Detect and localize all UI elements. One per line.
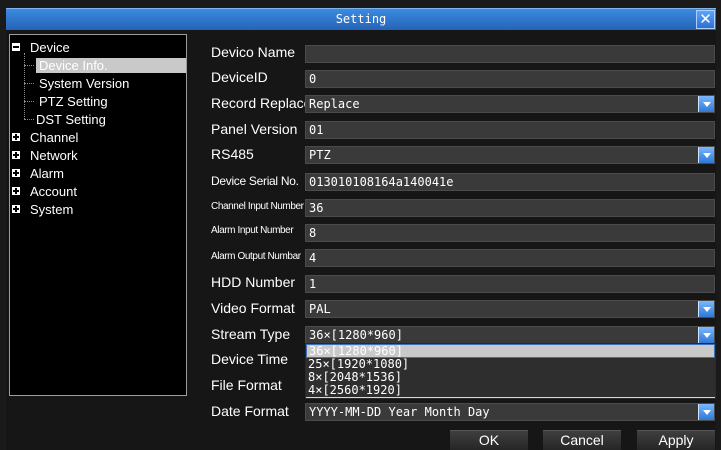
- dropdown-arrow-icon[interactable]: [698, 96, 714, 112]
- settings-tree: Device Device Info. System Version PTZ S…: [9, 34, 187, 396]
- channel-input-label: Channel Input Number: [211, 201, 304, 212]
- dropdown-arrow-icon[interactable]: [698, 404, 714, 420]
- tree-item-device-info[interactable]: Device Info.: [36, 58, 186, 73]
- hdd-number-field[interactable]: 1: [305, 275, 715, 293]
- rs485-label: RS485: [211, 146, 254, 162]
- video-format-value: PAL: [309, 302, 331, 316]
- stream-option[interactable]: 36×[1280*960]: [306, 344, 715, 358]
- channel-input-number-field[interactable]: 36: [305, 199, 715, 217]
- tree-connector: [24, 83, 34, 84]
- tree-connector: [24, 53, 25, 119]
- panel-version-label: Panel Version: [211, 121, 298, 137]
- tree-item-label: Device: [30, 40, 70, 55]
- date-format-value: YYYY-MM-DD Year Month Day: [309, 405, 490, 419]
- tree-connector: [24, 119, 34, 120]
- device-id-label: DeviceID: [211, 69, 268, 85]
- close-button[interactable]: ✕: [696, 10, 715, 29]
- record-replace-select[interactable]: Replace: [305, 95, 715, 113]
- stream-type-value: 36×[1280*960]: [309, 328, 403, 342]
- tree-item-device[interactable]: Device: [12, 40, 70, 55]
- ok-button[interactable]: OK: [450, 430, 528, 450]
- tree-item-label: Alarm: [30, 166, 64, 181]
- tree-item-account[interactable]: Account: [12, 184, 77, 199]
- tree-item-system[interactable]: System: [12, 202, 73, 217]
- apply-button[interactable]: Apply: [637, 430, 715, 450]
- cancel-button[interactable]: Cancel: [543, 430, 621, 450]
- tree-item-system-version[interactable]: System Version: [39, 76, 129, 91]
- device-id-input[interactable]: 0: [305, 70, 715, 88]
- tree-connector: [24, 65, 34, 66]
- stream-type-select[interactable]: 36×[1280*960]: [305, 326, 715, 344]
- expand-icon[interactable]: [12, 151, 20, 159]
- tree-item-label: Network: [30, 148, 78, 163]
- video-format-label: Video Format: [211, 300, 295, 316]
- tree-item-channel[interactable]: Channel: [12, 130, 78, 145]
- device-name-label: Devico Name: [211, 44, 296, 60]
- tree-item-label: System: [30, 202, 74, 217]
- tree-item-label: Device Info.: [39, 58, 108, 73]
- dropdown-arrow-icon[interactable]: [698, 301, 714, 317]
- tree-item-label: System Version: [39, 76, 130, 91]
- expand-icon[interactable]: [12, 187, 20, 195]
- record-replace-value: Replace: [309, 97, 360, 111]
- serial-no-label: Device Serial No.: [211, 174, 299, 188]
- tree-item-label: Channel: [30, 130, 79, 145]
- stream-type-dropdown-list: 36×[1280*960] 25×[1920*1080] 8×[2048*153…: [305, 343, 716, 399]
- panel-version-input[interactable]: 01: [305, 121, 715, 139]
- date-format-label: Date Format: [211, 403, 289, 419]
- tree-item-network[interactable]: Network: [12, 148, 78, 163]
- alarm-output-number-field[interactable]: 4: [305, 249, 715, 267]
- window-title: Setting: [335, 12, 387, 26]
- expand-icon[interactable]: [12, 133, 20, 141]
- tree-item-alarm[interactable]: Alarm: [12, 166, 64, 181]
- dropdown-arrow-icon[interactable]: [698, 327, 714, 343]
- stream-type-label: Stream Type: [211, 326, 291, 342]
- device-name-input[interactable]: [305, 45, 715, 63]
- alarm-output-label: Alarm Output Numbar: [211, 251, 301, 262]
- settings-window: Setting ✕ Device Device Info. System Ver…: [0, 0, 721, 450]
- tree-item-ptz-setting[interactable]: PTZ Setting: [39, 94, 108, 109]
- collapse-icon[interactable]: [12, 43, 20, 51]
- stream-option[interactable]: 4×[2560*1920]: [306, 384, 715, 397]
- record-replace-label: Record Replace: [211, 95, 312, 111]
- device-time-label: Device Time: [211, 351, 289, 367]
- hdd-number-label: HDD Number: [211, 274, 296, 290]
- rs485-value: PTZ: [309, 148, 331, 162]
- date-format-select[interactable]: YYYY-MM-DD Year Month Day: [305, 403, 715, 421]
- alarm-input-label: Alarm Input Number: [211, 225, 294, 236]
- serial-no-input[interactable]: 013010108164a140041e: [305, 173, 715, 191]
- dropdown-arrow-icon[interactable]: [698, 147, 714, 163]
- tree-item-label: DST Setting: [36, 112, 106, 127]
- tree-item-label: Account: [30, 184, 77, 199]
- alarm-input-number-field[interactable]: 8: [305, 224, 715, 242]
- expand-icon[interactable]: [12, 169, 20, 177]
- rs485-select[interactable]: PTZ: [305, 146, 715, 164]
- tree-connector: [24, 101, 34, 102]
- title-bar: Setting ✕: [6, 8, 716, 30]
- tree-item-dst-setting[interactable]: DST Setting: [36, 112, 106, 127]
- video-format-select[interactable]: PAL: [305, 300, 715, 318]
- tree-item-label: PTZ Setting: [39, 94, 108, 109]
- file-format-label: File Format: [211, 377, 282, 393]
- expand-icon[interactable]: [12, 205, 20, 213]
- close-icon: ✕: [699, 10, 712, 28]
